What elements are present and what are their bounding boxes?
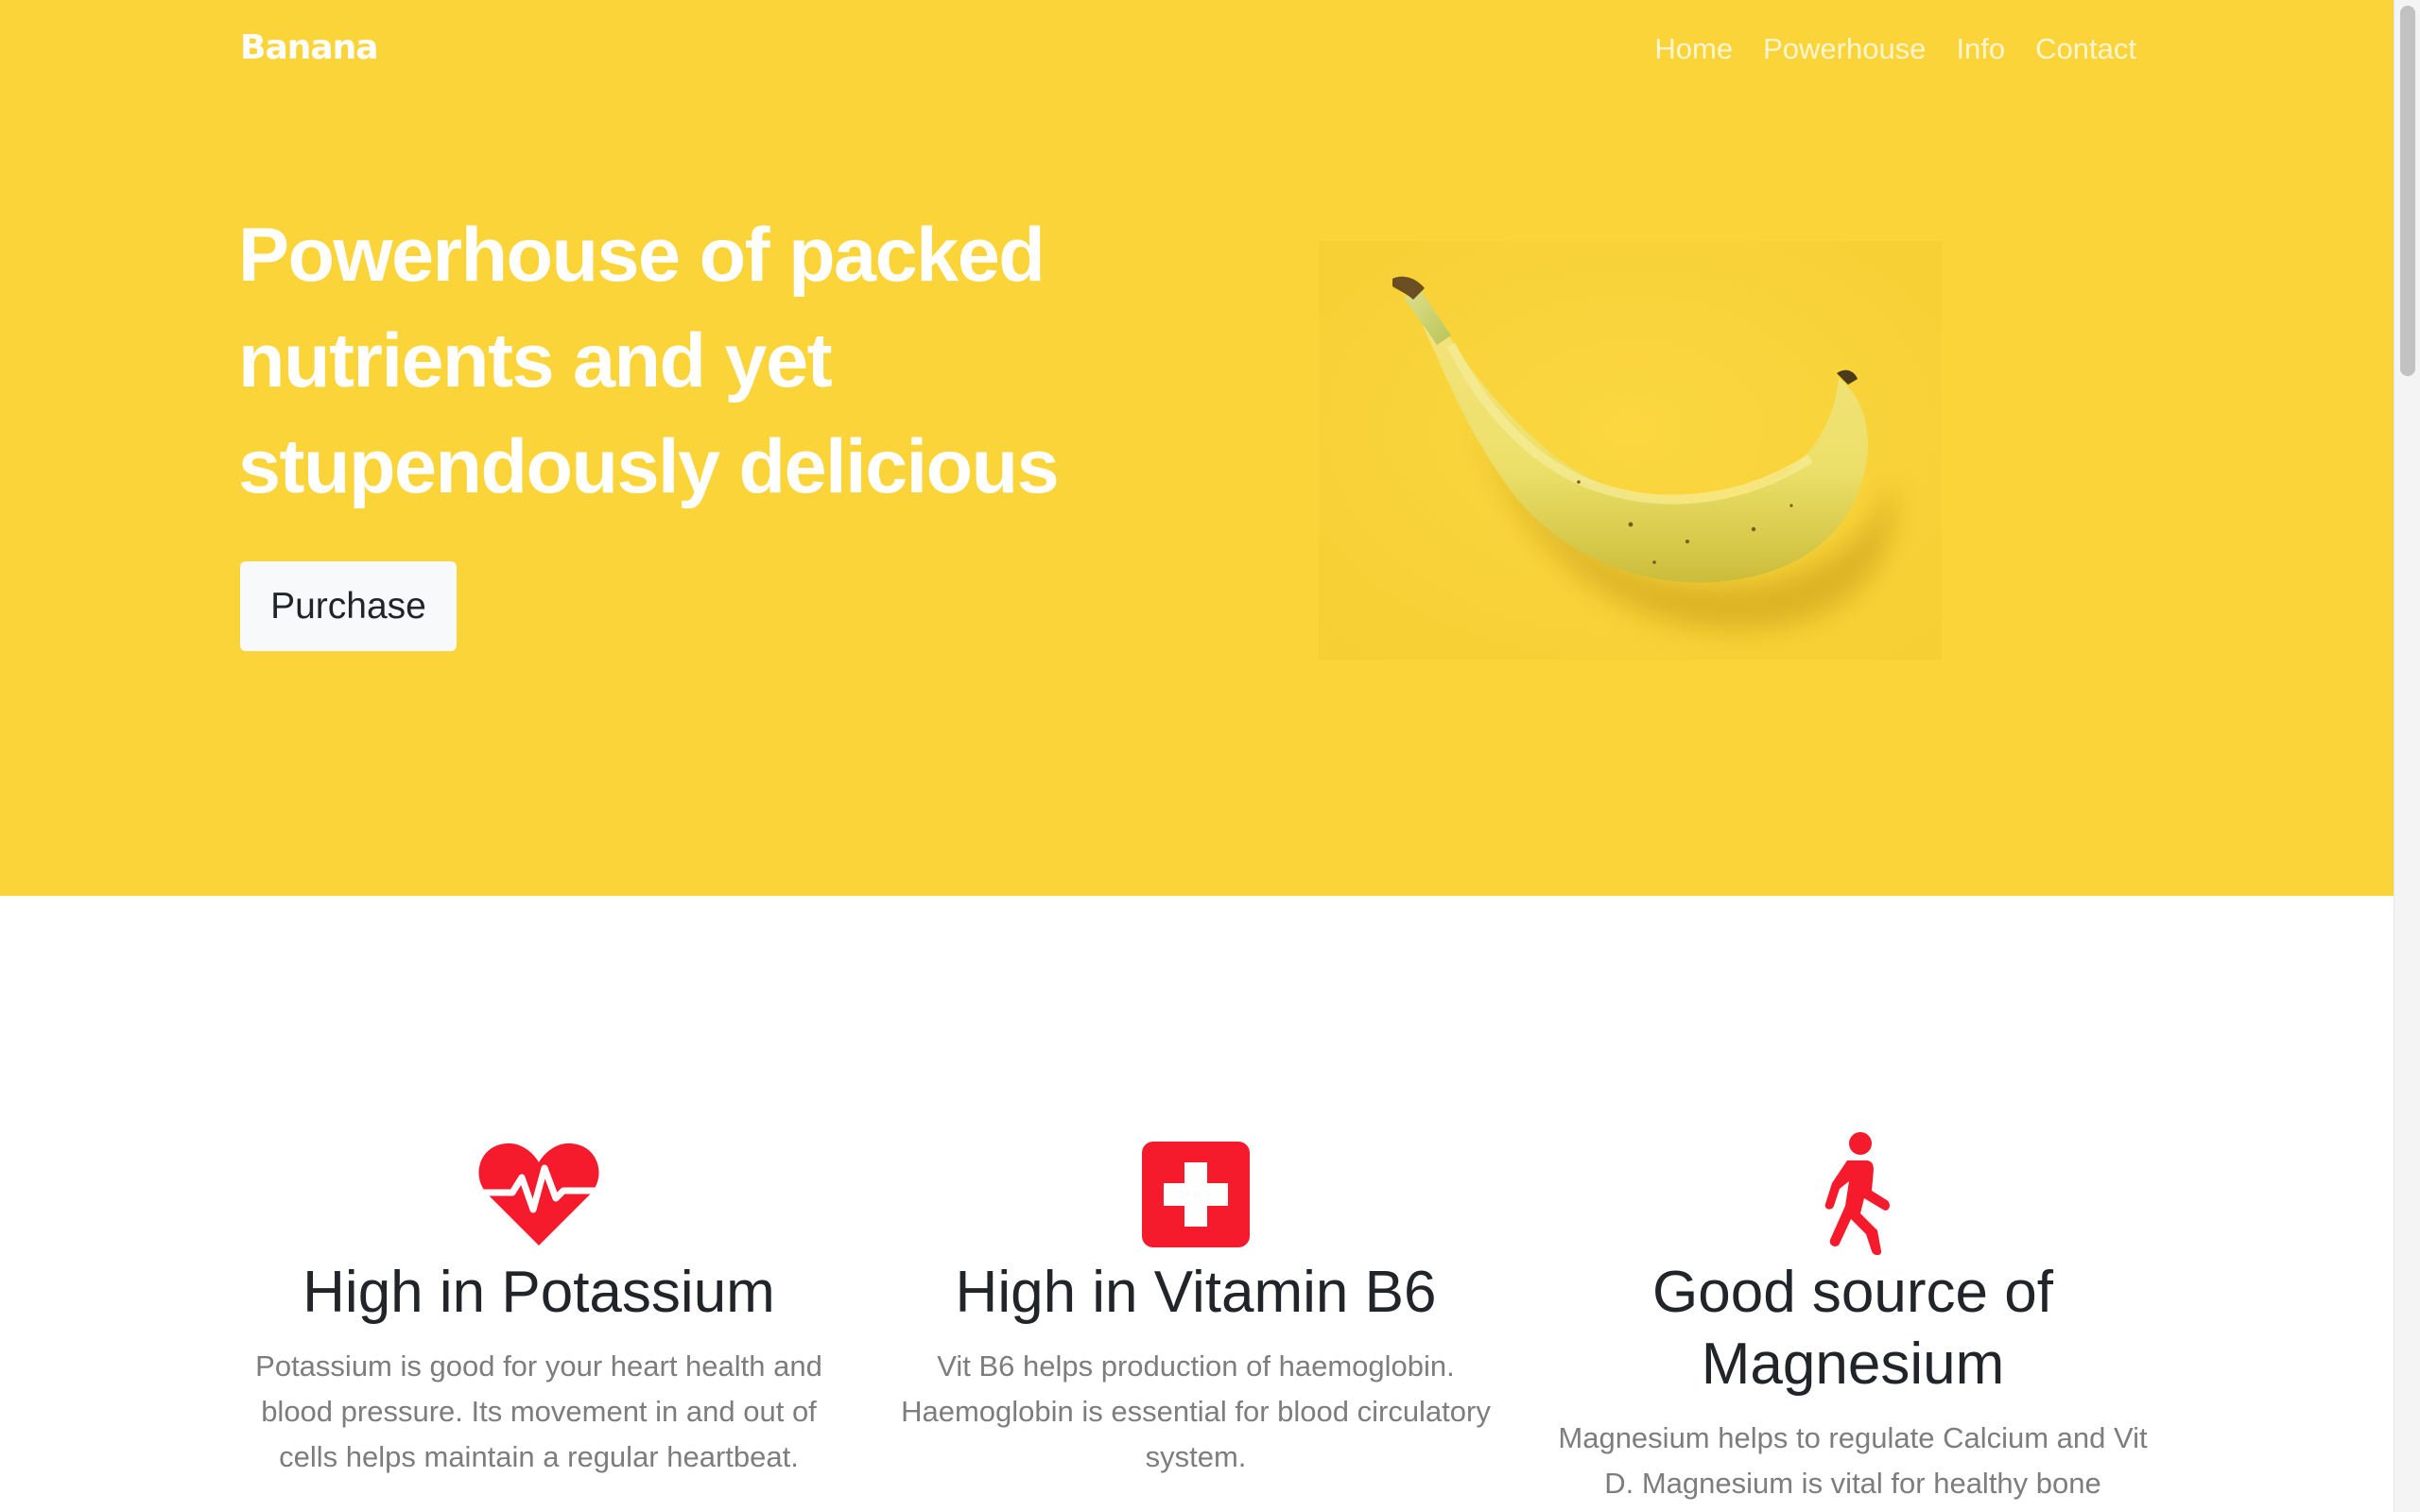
nav-link-contact[interactable]: Contact <box>2035 32 2136 66</box>
heartbeat-icon <box>476 1140 601 1252</box>
nav-link-home[interactable]: Home <box>1654 32 1733 66</box>
feature-title: Good source of Magnesium <box>1652 1260 2053 1397</box>
banana-image <box>1319 241 1942 660</box>
scrollbar-thumb[interactable] <box>2400 6 2415 376</box>
feature-title: High in Potassium <box>302 1260 775 1325</box>
page: Banana Home Powerhouse Info Contact Powe… <box>0 0 2394 1512</box>
nav-link-powerhouse[interactable]: Powerhouse <box>1763 32 1926 66</box>
nav-link-info[interactable]: Info <box>1956 32 2005 66</box>
hero-headline: Powerhouse of packed nutrients and yet s… <box>238 213 1060 509</box>
purchase-button[interactable]: Purchase <box>240 561 457 651</box>
main-nav: Home Powerhouse Info Contact <box>1654 32 2136 66</box>
brand-logo[interactable]: Banana <box>240 28 379 67</box>
feature-text: Magnesium helps to regulate Calcium and … <box>1558 1421 2148 1500</box>
walking-person-icon <box>1811 1132 1894 1260</box>
feature-text: Potassium is good for your heart health … <box>255 1349 822 1473</box>
page-scrollbar[interactable] <box>2394 0 2420 1512</box>
banana-photo <box>1319 241 1942 660</box>
feature-title: High in Vitamin B6 <box>955 1260 1437 1325</box>
medical-cross-icon <box>1142 1142 1250 1252</box>
feature-text: Vit B6 helps production of haemoglobin. … <box>901 1349 1491 1473</box>
hero-section: Banana Home Powerhouse Info Contact Powe… <box>0 0 2394 896</box>
